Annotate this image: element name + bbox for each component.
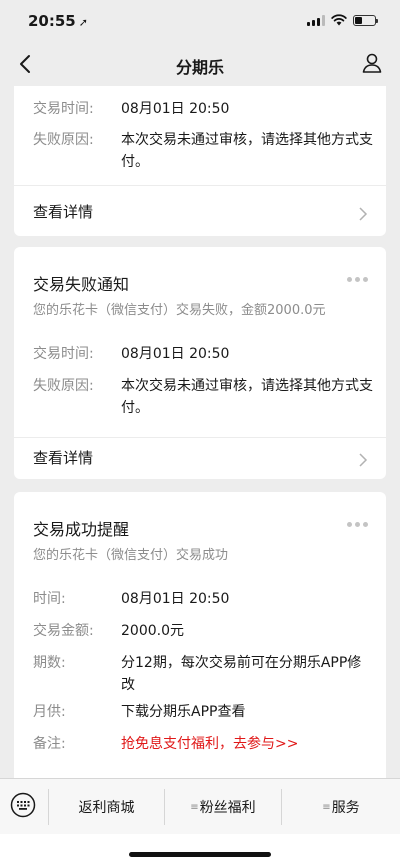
chevron-right-icon — [359, 207, 368, 221]
time-row: 时间: 08月01日 20:50 — [33, 588, 373, 610]
bottom-menu-bar: 返利商城 ≡ 粉丝福利 ≡ 服务 — [0, 778, 400, 834]
card-subtitle: 您的乐花卡（微信支付）交易成功 — [33, 548, 229, 563]
row-label: 月供: — [33, 704, 66, 720]
menu-label: 服务 — [331, 800, 360, 816]
menu-label: 返利商城 — [78, 800, 135, 816]
card-subtitle: 您的乐花卡（微信支付）交易失败，金额2000.0元 — [33, 303, 326, 318]
more-options-icon[interactable] — [347, 522, 368, 527]
row-value: 本次交易未通过审核，请选择其他方式支付。 — [121, 132, 373, 170]
promo-link[interactable]: 抢免息支付福利，去参与>> — [121, 733, 373, 755]
card-title: 交易成功提醒 — [33, 520, 130, 539]
transaction-time-row: 交易时间: 08月01日 20:50 — [33, 343, 373, 365]
battery-icon — [353, 14, 378, 26]
divider — [14, 185, 386, 186]
cellular-signal-icon — [307, 14, 325, 26]
message-card: 交易失败通知 您的乐花卡（微信支付）交易失败，金额2000.0元 交易时间: 0… — [14, 247, 386, 479]
status-time: 20:55 ➚ — [28, 12, 88, 30]
row-label: 备注: — [33, 736, 66, 752]
home-indicator-area — [0, 834, 400, 865]
chevron-right-icon — [359, 453, 368, 467]
view-details-link[interactable]: 查看详情 — [33, 201, 93, 222]
amount-row: 交易金额: 2000.0元 — [33, 620, 373, 642]
page-title: 分期乐 — [175, 58, 224, 77]
row-value: 08月01日 20:50 — [121, 101, 230, 117]
divider — [14, 437, 386, 438]
message-list[interactable]: 交易时间: 08月01日 20:50 失败原因: 本次交易未通过审核，请选择其他… — [0, 86, 400, 778]
card-title: 交易失败通知 — [33, 275, 130, 294]
row-value: 08月01日 20:50 — [121, 591, 230, 607]
row-value: 本次交易未通过审核，请选择其他方式支付。 — [121, 378, 373, 416]
keyboard-icon[interactable] — [10, 792, 36, 818]
submenu-icon: ≡ — [190, 801, 199, 813]
status-bar: 20:55 ➚ — [0, 0, 400, 42]
failure-reason-row: 失败原因: 本次交易未通过审核，请选择其他方式支付。 — [33, 129, 373, 173]
menu-rebate-mall[interactable]: 返利商城 — [49, 779, 164, 835]
row-label: 交易时间: — [33, 346, 94, 362]
installments-row: 期数: 分12期，每次交易前可在分期乐APP修改 — [33, 652, 373, 696]
row-value: 下载分期乐APP查看 — [121, 704, 246, 720]
row-value: 2000.0元 — [121, 623, 184, 639]
status-icons — [307, 14, 378, 26]
row-label: 时间: — [33, 591, 66, 607]
view-details-link[interactable]: 查看详情 — [33, 447, 93, 468]
home-indicator[interactable] — [129, 852, 271, 857]
status-time-text: 20:55 — [28, 12, 76, 30]
failure-reason-row: 失败原因: 本次交易未通过审核，请选择其他方式支付。 — [33, 375, 373, 419]
more-options-icon[interactable] — [347, 277, 368, 282]
monthly-payment-row: 月供: 下载分期乐APP查看 — [33, 701, 373, 723]
transaction-time-row: 交易时间: 08月01日 20:50 — [33, 98, 373, 120]
nav-bar: 分期乐 — [0, 42, 400, 86]
row-value: 08月01日 20:50 — [121, 346, 230, 362]
menu-fan-benefits[interactable]: ≡ 粉丝福利 — [165, 779, 281, 835]
wifi-icon — [331, 14, 347, 26]
menu-service[interactable]: ≡ 服务 — [282, 779, 400, 835]
message-card: 交易成功提醒 您的乐花卡（微信支付）交易成功 时间: 08月01日 20:50 … — [14, 492, 386, 778]
row-label: 交易金额: — [33, 623, 94, 639]
menu-label: 粉丝福利 — [199, 800, 256, 816]
remark-row: 备注: 抢免息支付福利，去参与>> — [33, 733, 373, 755]
row-label: 期数: — [33, 655, 66, 671]
submenu-icon: ≡ — [322, 801, 331, 813]
location-arrow-icon: ➚ — [78, 16, 88, 29]
profile-icon[interactable] — [360, 51, 384, 75]
row-value: 分12期，每次交易前可在分期乐APP修改 — [121, 655, 362, 693]
message-card: 交易时间: 08月01日 20:50 失败原因: 本次交易未通过审核，请选择其他… — [14, 86, 386, 236]
row-label: 交易时间: — [33, 101, 94, 117]
row-label: 失败原因: — [33, 378, 94, 394]
row-label: 失败原因: — [33, 132, 94, 148]
